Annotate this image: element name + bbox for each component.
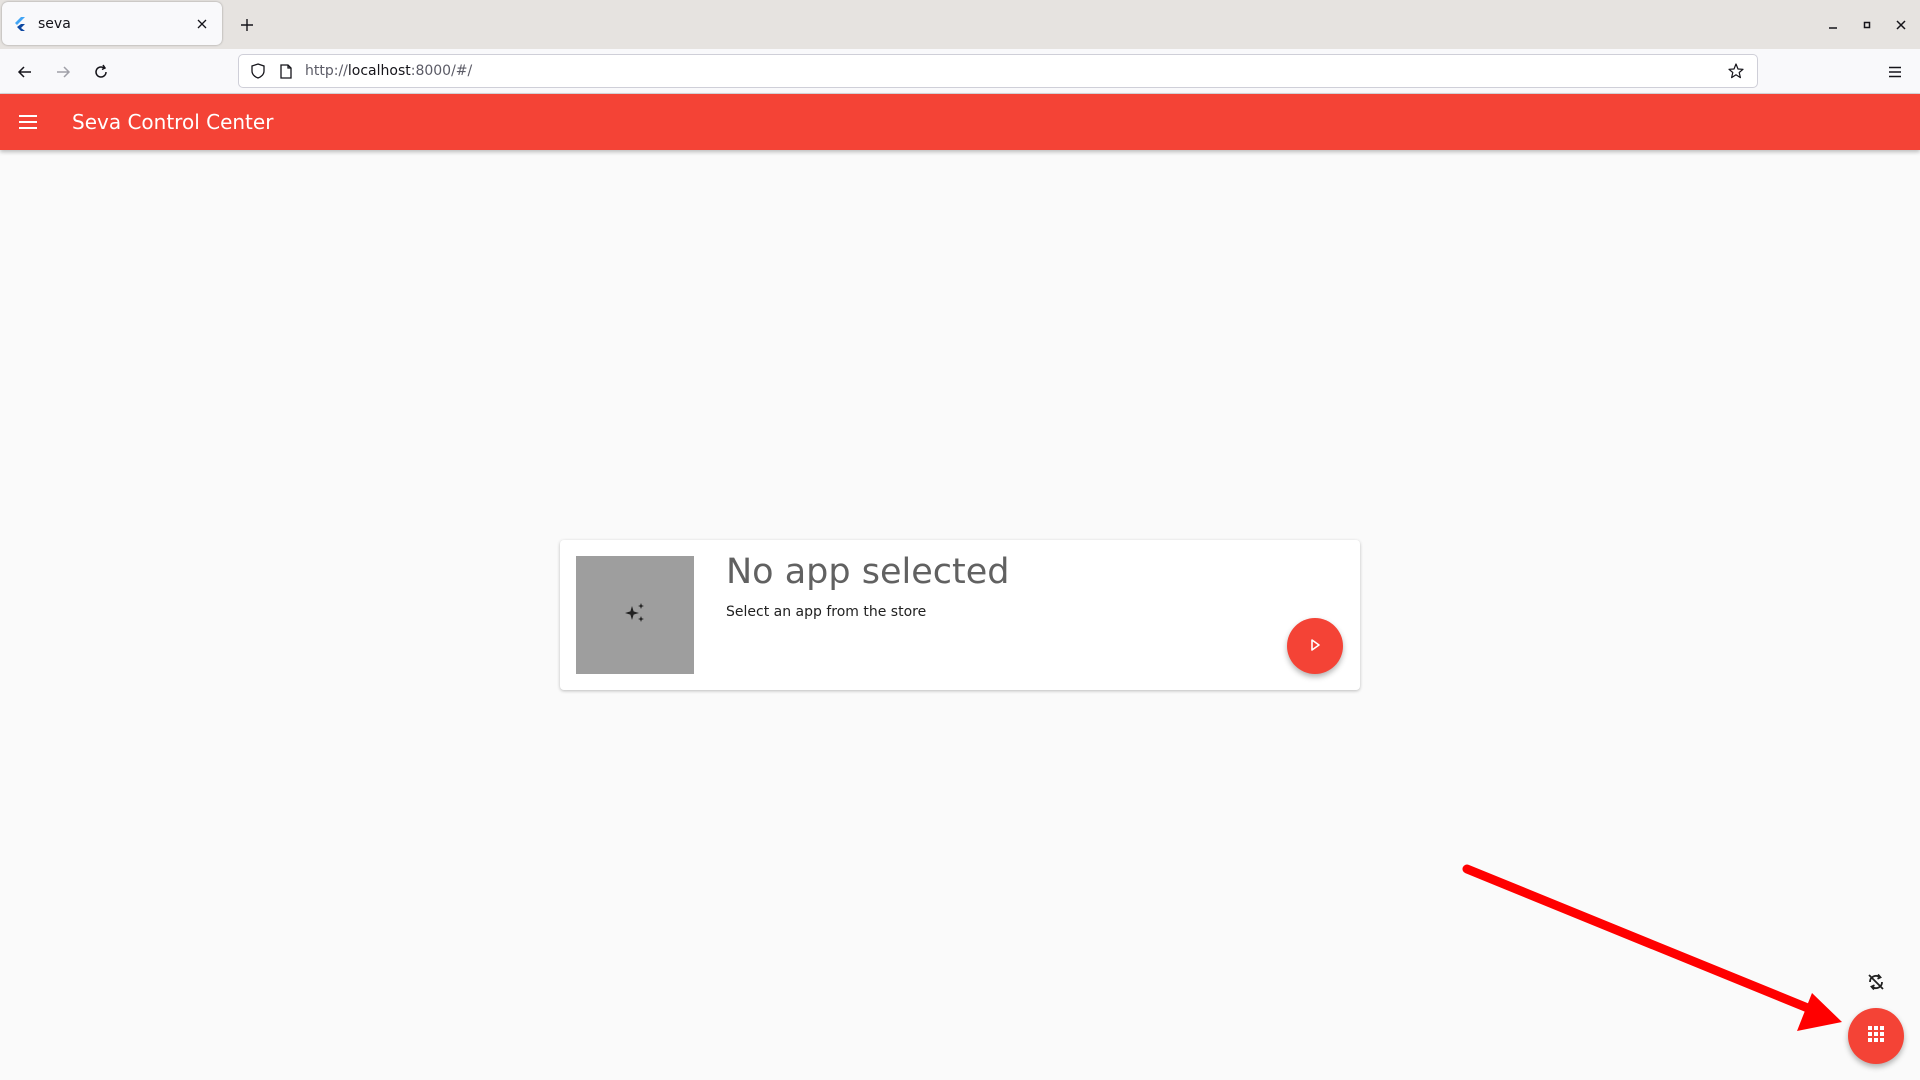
app-thumbnail [576,556,694,674]
sync-disabled-icon[interactable] [1864,970,1888,994]
url-scheme: http:// [305,63,348,79]
maximize-window-button[interactable] [1856,14,1878,36]
minimize-window-button[interactable] [1822,14,1844,36]
url-bar[interactable]: http://localhost:8000/#/ [238,54,1758,88]
browser-menu-button[interactable] [1880,57,1910,87]
close-window-button[interactable] [1890,14,1912,36]
play-icon [1308,637,1322,656]
browser-tab[interactable]: seva [2,2,222,45]
card-subtitle: Select an app from the store [726,604,927,620]
open-app-store-button[interactable] [1848,1008,1904,1064]
new-tab-button[interactable] [234,12,260,38]
app-bar: Seva Control Center [0,94,1920,150]
tab-title: seva [38,15,71,32]
flutter-icon [14,16,28,31]
apps-grid-icon [1867,1025,1885,1047]
hamburger-icon[interactable] [0,94,56,150]
url-text[interactable]: http://localhost:8000/#/ [305,63,1725,79]
app-title: Seva Control Center [72,110,274,134]
reload-button[interactable] [86,57,116,87]
sparkle-icon [623,601,647,629]
bookmark-star-icon[interactable] [1725,60,1747,82]
shield-icon[interactable] [249,62,267,80]
browser-tab-strip: seva [0,0,1920,49]
page-icon[interactable] [277,62,295,80]
back-button[interactable] [10,57,40,87]
url-path: :8000/#/ [410,63,473,79]
selected-app-card: No app selected Select an app from the s… [560,540,1360,690]
launch-app-button[interactable] [1287,618,1343,674]
browser-nav-bar: http://localhost:8000/#/ [0,49,1920,94]
close-tab-icon[interactable] [194,16,210,32]
card-title: No app selected [726,552,1010,592]
forward-button[interactable] [48,57,78,87]
url-host: localhost [347,63,411,79]
